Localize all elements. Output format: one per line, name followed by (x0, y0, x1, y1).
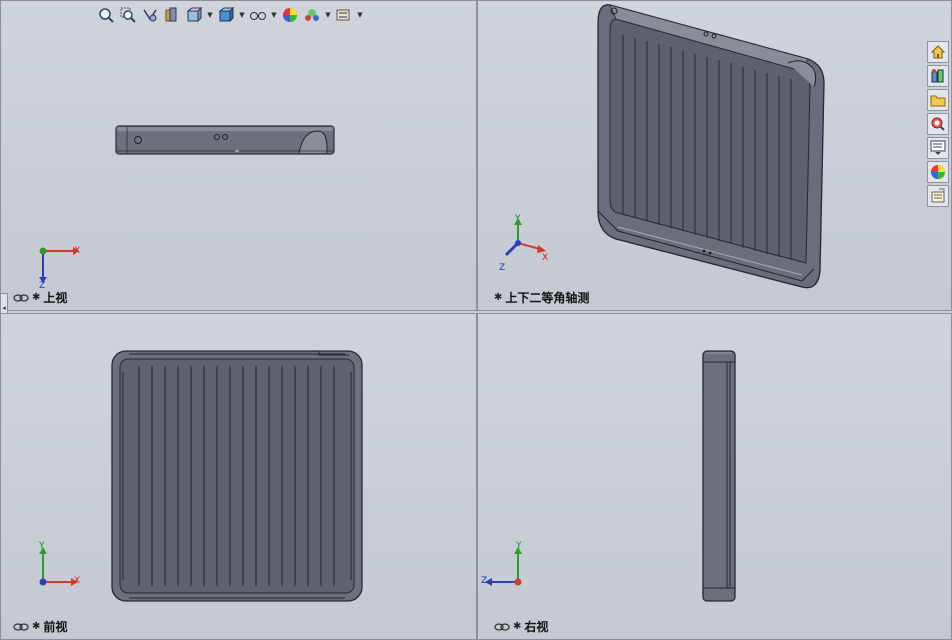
link-icon (13, 622, 29, 631)
appearances-icon[interactable] (927, 161, 949, 183)
solidworks-resources-icon[interactable] (927, 41, 949, 63)
chevron-down-icon[interactable]: ▼ (207, 6, 213, 24)
axis-y-label: Y (515, 214, 521, 224)
view-label-top: ✱ 上视 (13, 289, 67, 306)
axis-z-label: Z (499, 263, 506, 273)
view-name: 上视 (43, 291, 68, 305)
part-front-view (111, 350, 363, 602)
zoom-to-fit-icon[interactable] (97, 6, 115, 24)
heads-up-view-toolbar: ▼ ▼ ▼ ▼ ▼ (97, 5, 363, 25)
task-pane-tabs (927, 41, 951, 207)
custom-properties-icon[interactable] (927, 185, 949, 207)
view-name: 右视 (524, 620, 549, 634)
section-view-icon[interactable] (163, 6, 181, 24)
viewport-right[interactable]: Y Z ✱ 右视 (477, 313, 952, 640)
previous-view-icon[interactable] (141, 6, 159, 24)
part-right-view (702, 350, 736, 602)
view-name: 上下二等角轴测 (505, 291, 590, 305)
part-isometric-view (597, 4, 825, 289)
view-orientation-icon[interactable] (185, 6, 203, 24)
hide-show-items-icon[interactable] (249, 6, 267, 24)
chevron-down-icon[interactable]: ▼ (357, 6, 363, 24)
display-style-icon[interactable] (217, 6, 235, 24)
axis-x-label: X (74, 246, 81, 256)
chevron-down-icon[interactable]: ▼ (239, 6, 245, 24)
axis-x-label: X (542, 253, 549, 263)
coordinate-triad (485, 547, 522, 586)
design-library-icon[interactable] (927, 65, 949, 87)
axis-y-label: Y (39, 541, 45, 551)
view-label-front: ✱ 前视 (13, 618, 67, 635)
axis-y-label: Y (516, 541, 522, 551)
edit-appearance-icon[interactable] (281, 6, 299, 24)
view-palette-icon[interactable] (927, 137, 949, 159)
view-name: 前视 (43, 620, 68, 634)
part-top-view (115, 125, 335, 155)
view-label-right: ✱ 右视 (494, 618, 548, 635)
chevron-down-icon[interactable]: ▼ (271, 6, 277, 24)
link-icon (494, 622, 510, 631)
viewport-isometric[interactable]: Y X Z ✱ 上下二等角轴测 (477, 0, 952, 311)
axis-z-label: Z (481, 576, 488, 586)
file-explorer-icon[interactable] (927, 89, 949, 111)
link-icon (13, 293, 29, 302)
apply-scene-icon[interactable] (303, 6, 321, 24)
axis-x-label: X (74, 576, 81, 586)
search-icon[interactable] (927, 113, 949, 135)
zoom-to-area-icon[interactable] (119, 6, 137, 24)
viewport-front[interactable]: Y X ✱ 前视 (0, 313, 477, 640)
viewport-top[interactable]: ▼ ▼ ▼ ▼ ▼ X Z ✱ 上视 (0, 0, 477, 311)
view-label-isometric: ✱ 上下二等角轴测 (494, 291, 590, 305)
chevron-down-icon[interactable]: ▼ (325, 6, 331, 24)
view-settings-icon[interactable] (335, 6, 353, 24)
